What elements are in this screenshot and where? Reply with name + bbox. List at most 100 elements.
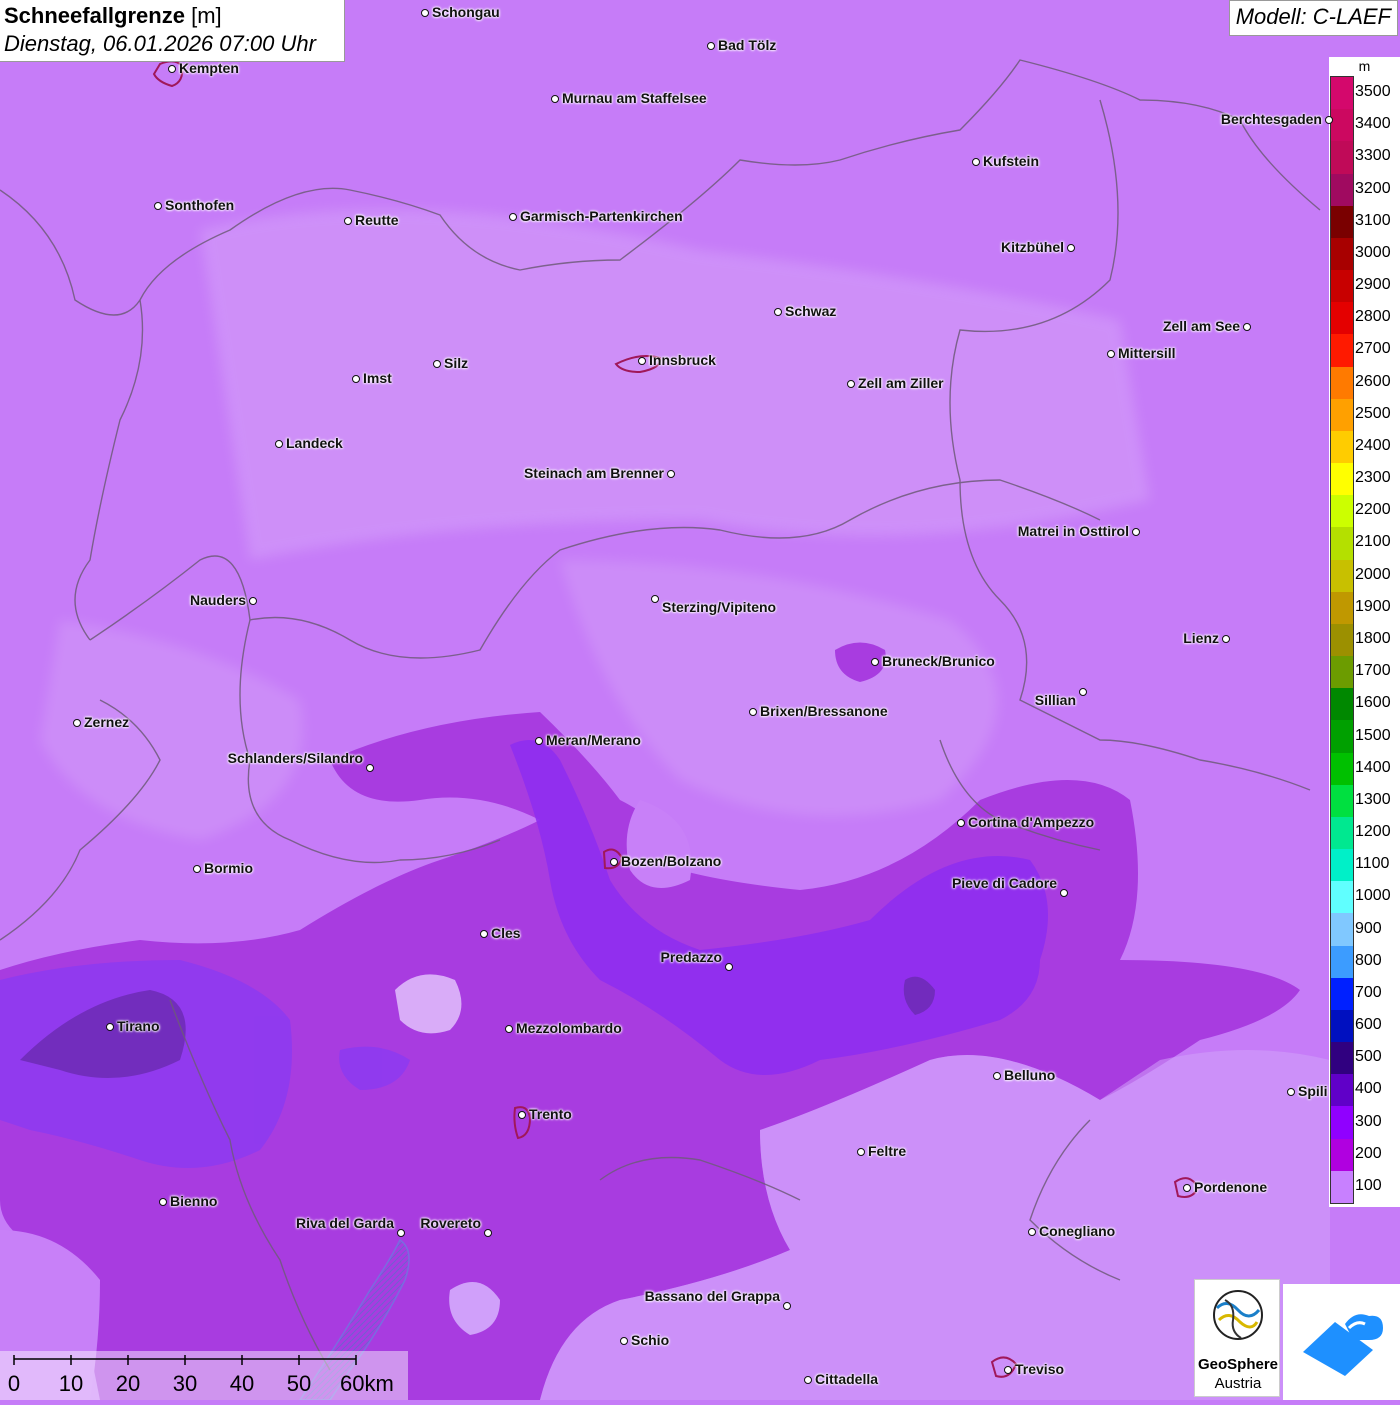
city-marker — [1222, 635, 1230, 643]
city-label: Pieve di Cadore — [951, 875, 1057, 891]
legend-label-3000: 3000 — [1355, 243, 1391, 261]
city-label: Sterzing/Vipiteno — [662, 599, 777, 615]
city-label: Innsbruck — [649, 352, 716, 368]
city-label: Kitzbühel — [1001, 239, 1064, 255]
city-label: Reutte — [355, 212, 399, 228]
model-label: Modell: C-LAEF — [1228, 0, 1398, 36]
city-label: Lienz — [1183, 630, 1219, 646]
city-label: Schongau — [432, 4, 500, 20]
city-marker — [871, 658, 879, 666]
app-logo[interactable] — [1283, 1284, 1400, 1400]
legend-label-1900: 1900 — [1355, 597, 1391, 615]
legend-swatch-1600 — [1331, 688, 1353, 721]
city-marker — [749, 708, 757, 716]
city-marker — [535, 737, 543, 745]
legend-label-1100: 1100 — [1355, 855, 1390, 873]
legend-label-3400: 3400 — [1355, 115, 1391, 133]
legend-label-3100: 3100 — [1355, 211, 1391, 229]
city-label: Bruneck/Brunico — [882, 653, 995, 669]
legend-label-700: 700 — [1355, 983, 1382, 1001]
city-label: Sillian — [1034, 692, 1076, 708]
scale-label: 0 — [7, 1371, 21, 1396]
city-label: Schwaz — [785, 303, 837, 319]
city-label: Cittadella — [815, 1371, 879, 1387]
city-marker — [397, 1229, 405, 1237]
legend-swatch-3100 — [1331, 205, 1353, 239]
city-label: Belluno — [1004, 1067, 1056, 1083]
city-label: Meran/Merano — [546, 732, 641, 748]
city-marker — [484, 1229, 492, 1237]
city-marker — [667, 470, 675, 478]
legend-label-200: 200 — [1355, 1144, 1382, 1162]
legend-swatch-1400 — [1331, 752, 1353, 786]
geosphere-logo[interactable]: GeoSphere Austria — [1194, 1279, 1280, 1397]
legend-swatch-2400 — [1331, 430, 1353, 464]
map-datetime: Dienstag, 06.01.2026 07:00 Uhr — [4, 31, 316, 56]
legend-swatch-2100 — [1331, 527, 1353, 561]
legend-swatch-3500 — [1331, 77, 1353, 110]
legend-swatch-1000 — [1331, 881, 1353, 914]
geosphere-emblem-icon — [1213, 1290, 1263, 1340]
legend-swatch-2300 — [1331, 463, 1353, 496]
city-marker — [725, 963, 733, 971]
legend-label-2000: 2000 — [1355, 565, 1391, 583]
legend-label-2700: 2700 — [1355, 340, 1391, 358]
legend-swatch-1100 — [1331, 849, 1353, 882]
logo-line2: Austria — [1214, 1375, 1262, 1392]
city-marker — [1243, 323, 1251, 331]
scale-label: 30 — [172, 1371, 198, 1396]
legend-swatch-100 — [1331, 1170, 1353, 1204]
legend-label-500: 500 — [1355, 1048, 1382, 1066]
city-marker — [344, 217, 352, 225]
city-marker — [73, 719, 81, 727]
legend-swatch-1700 — [1331, 656, 1353, 689]
city-label: Sonthofen — [165, 197, 235, 213]
city-label: Kufstein — [983, 153, 1039, 169]
city-marker — [1060, 889, 1068, 897]
legend-label-3200: 3200 — [1355, 179, 1391, 197]
city-label: Riva del Garda — [295, 1215, 394, 1231]
legend-label-2600: 2600 — [1355, 372, 1391, 390]
city-marker — [774, 308, 782, 316]
legend-swatch-900 — [1331, 913, 1353, 947]
legend-label-1200: 1200 — [1355, 823, 1391, 841]
map-title-box: Schneefallgrenze [m] Dienstag, 06.01.202… — [0, 0, 345, 62]
legend-label-600: 600 — [1355, 1016, 1382, 1034]
city-label: Silz — [444, 355, 469, 371]
scale-label: 60km — [340, 1371, 394, 1396]
legend-swatch-500 — [1331, 1042, 1353, 1075]
legend-label-2400: 2400 — [1355, 436, 1391, 454]
city-label: Rovereto — [420, 1215, 481, 1231]
legend-label-3500: 3500 — [1355, 83, 1391, 101]
city-label: Zell am See — [1162, 318, 1240, 334]
city-marker — [847, 380, 855, 388]
city-marker — [651, 595, 659, 603]
city-marker — [1004, 1366, 1012, 1374]
city-marker — [509, 213, 517, 221]
legend-swatch-400 — [1331, 1074, 1353, 1107]
city-marker — [620, 1337, 628, 1345]
legend-label-1600: 1600 — [1355, 694, 1391, 712]
legend-swatch-1800 — [1331, 623, 1353, 657]
legend-swatch-2500 — [1331, 398, 1353, 432]
city-marker — [159, 1198, 167, 1206]
city-label: Berchtesgaden — [1220, 111, 1322, 127]
map-title: Schneefallgrenze [m] — [4, 3, 222, 28]
legend-swatch-2700 — [1331, 334, 1353, 368]
city-marker — [993, 1072, 1001, 1080]
city-marker — [168, 65, 176, 73]
city-label: Brixen/Bressanone — [760, 703, 888, 719]
legend-label-1300: 1300 — [1355, 790, 1391, 808]
city-label: Garmisch-Partenkirchen — [520, 208, 683, 224]
logo-line1: GeoSphere — [1197, 1356, 1279, 1373]
legend-swatch-1900 — [1331, 591, 1353, 625]
legend-unit: m — [1358, 58, 1371, 74]
scale-label: 20 — [115, 1371, 141, 1396]
legend-label-1800: 1800 — [1355, 630, 1391, 647]
legend-label-900: 900 — [1355, 919, 1382, 937]
legend-swatch-3400 — [1331, 109, 1353, 142]
legend-swatch-2800 — [1331, 302, 1353, 335]
legend-label-1000: 1000 — [1355, 887, 1391, 905]
legend-label-100: 100 — [1355, 1176, 1382, 1194]
city-marker — [1325, 116, 1333, 124]
